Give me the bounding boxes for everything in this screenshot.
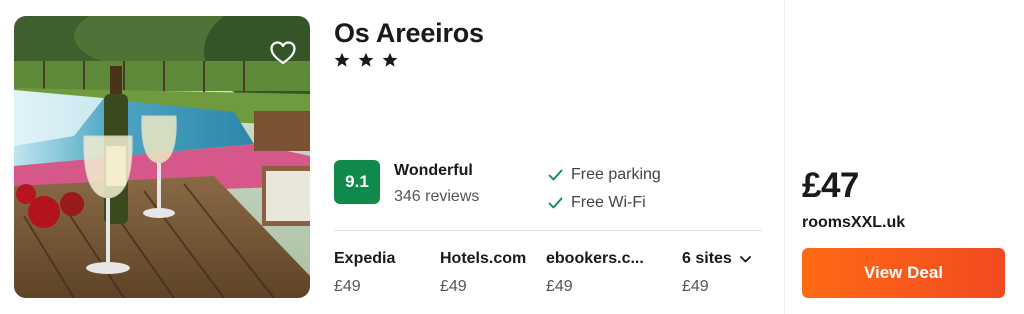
view-deal-button[interactable]: View Deal	[802, 248, 1005, 298]
site-name: Expedia	[334, 250, 396, 267]
divider	[334, 230, 762, 231]
heart-icon	[270, 41, 296, 65]
star-rating	[334, 52, 398, 68]
amenity-free-wifi: Free Wi-Fi	[548, 194, 646, 212]
review-count[interactable]: 346 reviews	[394, 188, 479, 206]
check-icon	[548, 169, 563, 181]
site-price: £49	[334, 278, 361, 295]
chevron-down-icon	[739, 255, 751, 262]
more-sites-dropdown[interactable]: 6 sites £49	[682, 250, 751, 296]
rating-score-badge: 9.1	[334, 160, 380, 204]
site-name: ebookers.c...	[546, 250, 644, 267]
amenity-label: Free Wi-Fi	[571, 194, 646, 211]
hotel-photo[interactable]	[14, 16, 310, 298]
star-icon	[358, 52, 374, 68]
more-sites-label: 6 sites	[682, 250, 751, 268]
star-icon	[382, 52, 398, 68]
deal-provider: roomsXXL.uk	[802, 214, 906, 231]
site-price-hotels-com[interactable]: Hotels.com £49	[440, 250, 526, 296]
favorite-button[interactable]	[264, 34, 302, 72]
site-price: £49	[440, 278, 467, 295]
site-price-expedia[interactable]: Expedia £49	[334, 250, 395, 296]
hotel-name[interactable]: Os Areeiros	[334, 18, 484, 49]
site-price: £49	[546, 278, 573, 295]
amenity-free-parking: Free parking	[548, 166, 661, 184]
rating-label: Wonderful	[394, 162, 473, 179]
site-price-ebookers[interactable]: ebookers.c... £49	[546, 250, 644, 296]
site-price: £49	[682, 278, 709, 295]
check-icon	[548, 197, 563, 209]
column-separator	[784, 0, 785, 314]
deal-price: £47	[802, 166, 859, 205]
amenity-label: Free parking	[571, 166, 661, 183]
star-icon	[334, 52, 350, 68]
more-sites-count: 6 sites	[682, 250, 732, 267]
site-name: Hotels.com	[440, 250, 527, 267]
hotel-result-card: Os Areeiros 9.1 Wonderful 346 reviews Fr…	[0, 0, 1024, 314]
